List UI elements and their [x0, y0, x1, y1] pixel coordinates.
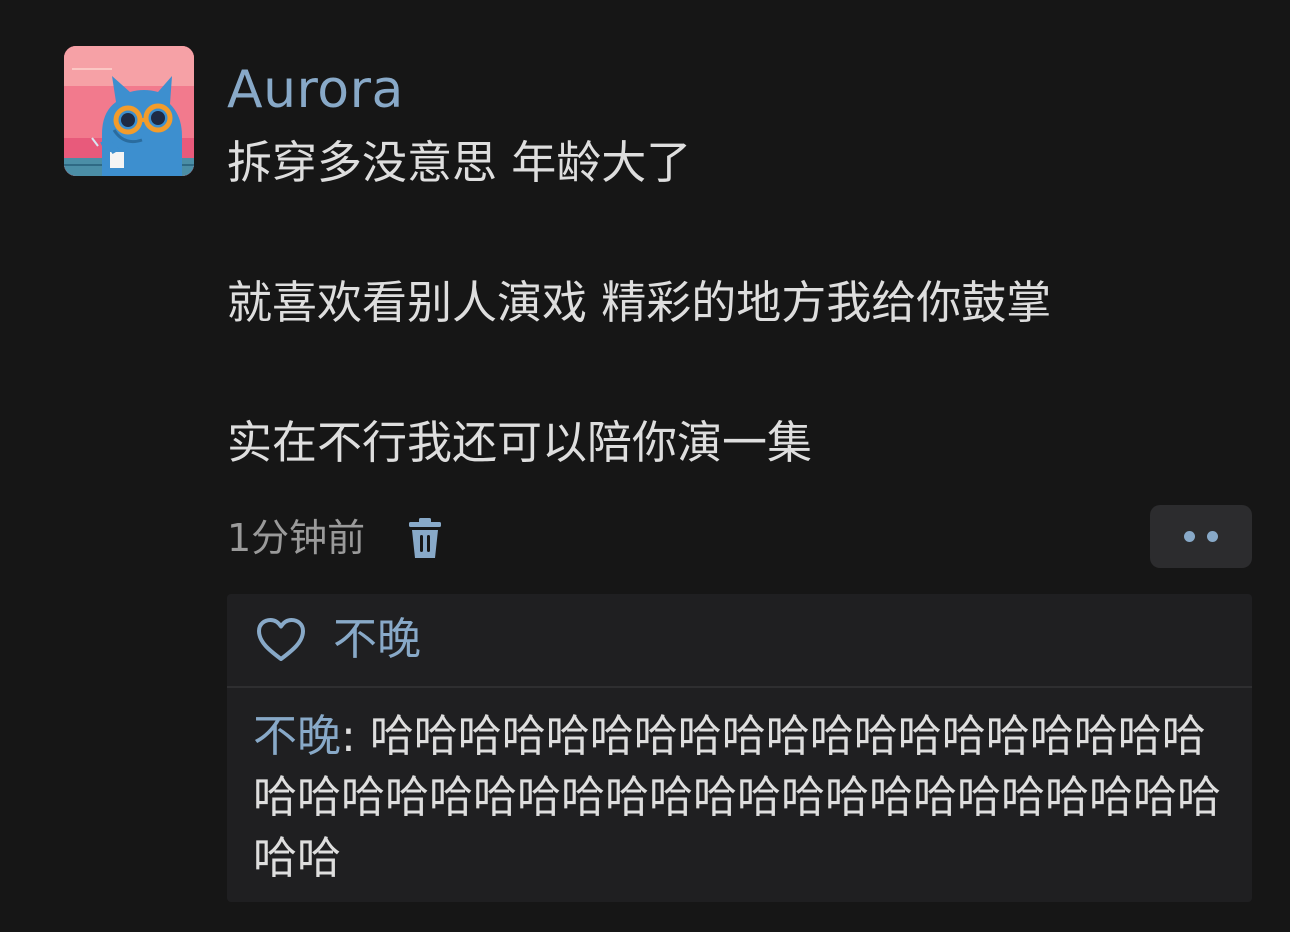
comment-meta: 1分钟前 [227, 508, 445, 568]
comment-body: 拆穿多没意思 年龄大了 就喜欢看别人演戏 精彩的地方我给你鼓掌 实在不行我还可以… [227, 132, 1257, 474]
comment-line: 就喜欢看别人演戏 精彩的地方我给你鼓掌 [227, 276, 1052, 329]
reply-text: 哈哈哈哈哈哈哈哈哈哈哈哈哈哈哈哈哈哈哈哈哈哈哈哈哈哈哈哈哈哈哈哈哈哈哈哈哈哈哈哈… [253, 711, 1221, 884]
trash-icon[interactable] [405, 515, 445, 561]
avatar[interactable] [64, 46, 194, 176]
timestamp: 1分钟前 [227, 516, 366, 560]
liker-name[interactable]: 不晚 [333, 610, 421, 670]
reply-separator: : [341, 711, 370, 762]
reply-author[interactable]: 不晚 [253, 711, 341, 762]
more-dots-icon [1207, 531, 1218, 542]
heart-icon[interactable] [255, 617, 307, 663]
reply-panel: 不晚 不晚: 哈哈哈哈哈哈哈哈哈哈哈哈哈哈哈哈哈哈哈哈哈哈哈哈哈哈哈哈哈哈哈哈哈… [227, 594, 1252, 902]
username[interactable]: Aurora [227, 56, 404, 124]
reply-item: 不晚: 哈哈哈哈哈哈哈哈哈哈哈哈哈哈哈哈哈哈哈哈哈哈哈哈哈哈哈哈哈哈哈哈哈哈哈哈… [253, 706, 1243, 889]
comment-line: 拆穿多没意思 年龄大了 [227, 136, 692, 189]
comment-page: Aurora 拆穿多没意思 年龄大了 就喜欢看别人演戏 精彩的地方我给你鼓掌 实… [0, 0, 1290, 932]
likes-row: 不晚 [227, 594, 1252, 688]
more-dots-icon [1184, 531, 1195, 542]
more-options-button[interactable] [1150, 505, 1252, 568]
cat-avatar-image [64, 46, 194, 176]
comment-line: 实在不行我还可以陪你演一集 [227, 416, 813, 469]
